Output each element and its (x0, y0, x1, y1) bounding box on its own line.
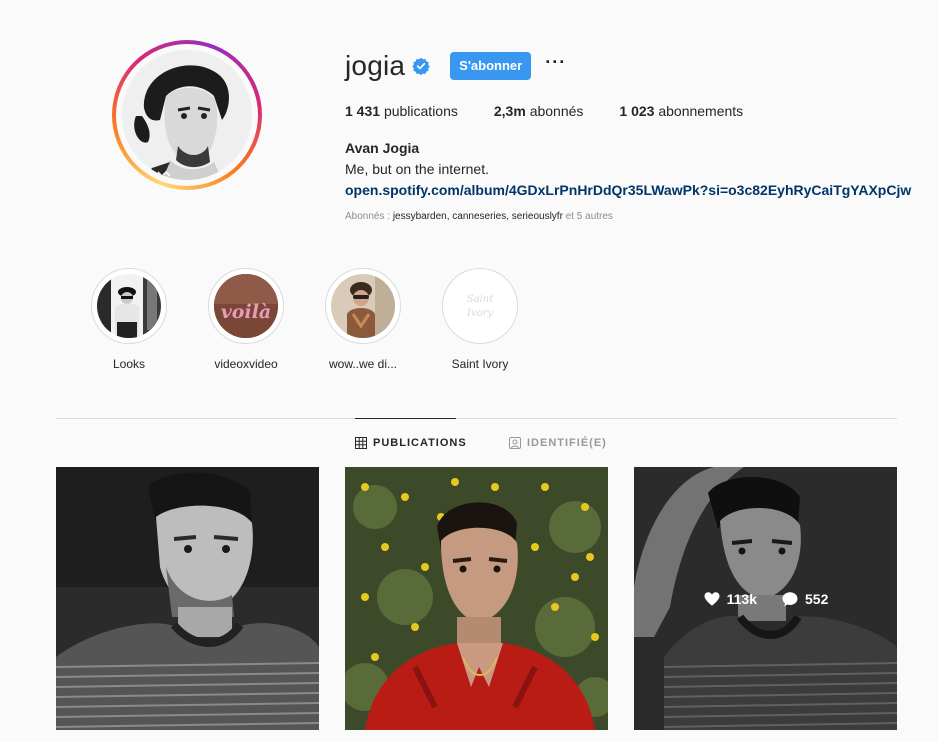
post-image (345, 467, 608, 730)
heart-icon (704, 591, 720, 606)
highlight-cover-text-line2: Ivory (466, 308, 493, 319)
tab-publications-label: PUBLICATIONS (373, 437, 467, 449)
highlight-cover: Saint Ivory (448, 274, 512, 338)
followed-by-suffix: et 5 autres (562, 211, 613, 222)
highlight-label: videoxvideo (214, 357, 278, 371)
following-label: abonnements (658, 103, 744, 119)
posts-stat: 1 431 publications (345, 103, 458, 119)
profile-avatar (122, 50, 252, 180)
tab-tagged-label: IDENTIFIÉ(E) (527, 437, 607, 449)
username-row: jogia S'abonner ··· (345, 52, 566, 80)
grid-icon (355, 437, 367, 449)
highlight-cover-text-line1: Saint (467, 294, 494, 305)
highlight-cover (331, 274, 395, 338)
highlight-label: wow..we di... (328, 357, 398, 371)
profile-avatar-ring[interactable] (112, 40, 262, 190)
post-thumbnail[interactable] (345, 467, 608, 730)
highlight-videoxvideo[interactable]: voilà videoxvideo (196, 268, 296, 372)
highlight-saint-ivory[interactable]: Saint Ivory Saint Ivory (430, 268, 530, 372)
followers-label: abonnés (529, 103, 584, 119)
highlight-label: Looks (112, 357, 146, 371)
following-count: 1 023 (619, 103, 655, 119)
followed-by-prefix: Abonnés : (345, 211, 393, 222)
post-hover-overlay: 113k 552 (634, 467, 897, 730)
following-stat[interactable]: 1 023 abonnements (619, 103, 743, 119)
bio-text: Me, but on the internet. (345, 161, 489, 177)
full-name: Avan Jogia (345, 140, 420, 156)
post-thumbnail[interactable]: 113k 552 (634, 467, 897, 730)
tab-tagged[interactable]: IDENTIFIÉ(E) (509, 437, 607, 449)
follow-button[interactable]: S'abonner (450, 52, 532, 80)
profile-stats: 1 431 publications 2,3m abonnés 1 023 ab… (345, 103, 779, 119)
likes-value: 113k (726, 590, 757, 607)
more-options-icon[interactable]: ··· (545, 53, 566, 79)
highlight-label: Saint Ivory (451, 357, 509, 371)
followers-stat[interactable]: 2,3m abonnés (494, 103, 584, 119)
highlight-cover-text: voilà (221, 301, 271, 323)
verified-badge-icon (412, 57, 430, 76)
comments-count: 552 (781, 590, 828, 608)
comments-value: 552 (805, 590, 829, 607)
posts-label: publications (383, 103, 458, 119)
highlight-wow[interactable]: wow..we di... (313, 268, 413, 372)
tab-publications[interactable]: PUBLICATIONS (355, 437, 467, 449)
highlight-looks[interactable]: Looks (79, 268, 179, 372)
post-image (56, 467, 319, 730)
tagged-icon (509, 437, 521, 449)
comment-icon (782, 591, 798, 606)
active-tab-indicator (355, 418, 456, 419)
username: jogia (345, 50, 406, 81)
followers-count: 2,3m (493, 103, 526, 119)
bio-link[interactable]: open.spotify.com/album/4GDxLrPnHrDdQr35L… (345, 182, 911, 198)
posts-count: 1 431 (345, 103, 381, 119)
tabs-divider (56, 418, 897, 419)
likes-count: 113k (703, 590, 757, 608)
followed-by-users[interactable]: jessybarden, canneseries, serieouslyfr (393, 211, 563, 222)
post-thumbnail[interactable] (56, 467, 319, 730)
highlight-cover (97, 274, 161, 338)
followed-by[interactable]: Abonnés : jessybarden, canneseries, seri… (345, 211, 613, 222)
highlight-cover: voilà (214, 274, 278, 338)
